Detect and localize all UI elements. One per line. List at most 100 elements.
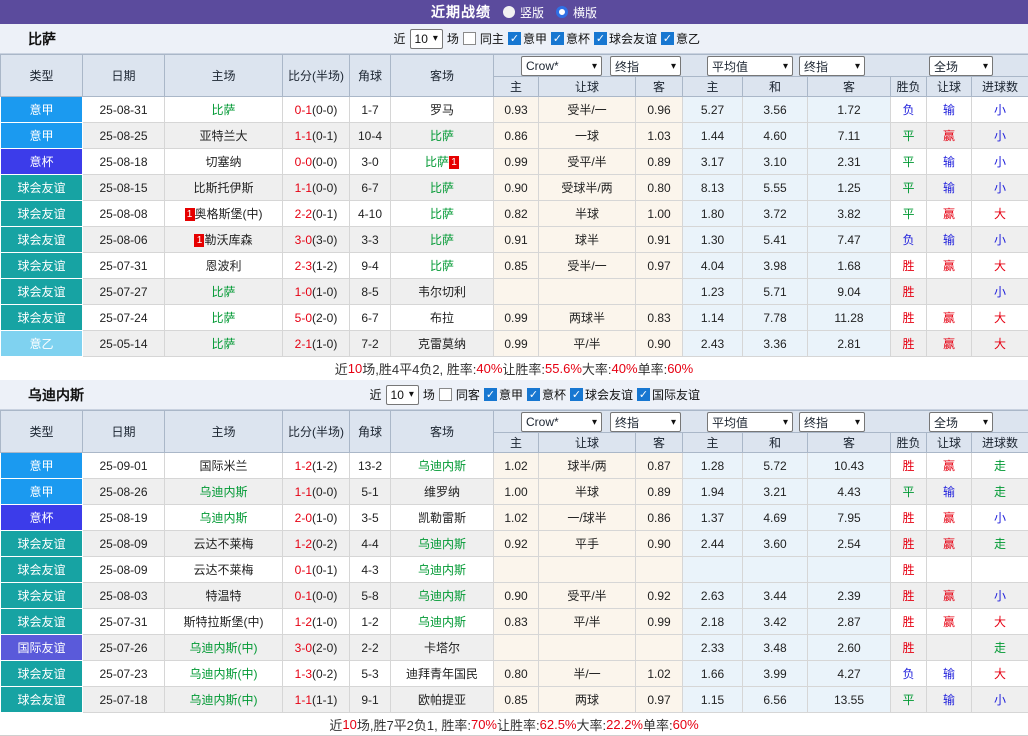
away-team-name[interactable]: 罗马 <box>430 103 454 117</box>
radio-icon[interactable] <box>503 6 515 18</box>
away-team-name[interactable]: 欧帕提亚 <box>418 693 466 707</box>
chevron-down-icon: ▾ <box>433 33 438 44</box>
league-checkbox[interactable]: ✓ <box>637 388 650 401</box>
away-team-name[interactable]: 韦尔切利 <box>418 285 466 299</box>
league-checkbox[interactable]: ✓ <box>594 32 607 45</box>
home-team-cell: 云达不莱梅 <box>165 557 283 583</box>
home-team-name[interactable]: 乌迪内斯 <box>199 485 247 499</box>
avg-odds-away: 7.47 <box>808 227 891 253</box>
result-wdl: 胜 <box>891 331 927 357</box>
league-label: 意乙 <box>676 30 700 47</box>
final-odds-select[interactable]: 终指▾ <box>610 412 681 432</box>
avg-odds-away: 4.43 <box>808 479 891 505</box>
final-odds-select-2[interactable]: 终指▾ <box>799 412 865 432</box>
home-team-name[interactable]: 比斯托伊斯 <box>193 181 253 195</box>
away-team-name[interactable]: 乌迪内斯 <box>418 459 466 473</box>
home-team-name[interactable]: 勒沃库森 <box>204 233 252 247</box>
score-cell: 0-1(0-0) <box>283 583 350 609</box>
home-team-name[interactable]: 乌迪内斯(中) <box>190 693 258 707</box>
match-count-select[interactable]: 10▾ <box>410 29 443 49</box>
away-team-name[interactable]: 乌迪内斯 <box>418 537 466 551</box>
score-cell: 1-2(0-2) <box>283 531 350 557</box>
halftime-score: (1-2) <box>312 459 337 473</box>
away-team-name[interactable]: 维罗纳 <box>424 485 460 499</box>
avg-odds-home: 2.44 <box>683 531 743 557</box>
away-team-name[interactable]: 比萨 <box>430 207 454 221</box>
home-team-name[interactable]: 乌迪内斯 <box>199 511 247 525</box>
avg-odds-draw: 7.78 <box>743 305 808 331</box>
home-team-name[interactable]: 奥格斯堡(中) <box>195 207 263 221</box>
avg-odds-away: 4.27 <box>808 661 891 687</box>
fulltime-select[interactable]: 全场▾ <box>929 412 993 432</box>
away-team-name[interactable]: 比萨 <box>430 129 454 143</box>
away-team-name[interactable]: 乌迪内斯 <box>418 589 466 603</box>
radio-label: 竖版 <box>520 4 544 21</box>
league-checkbox[interactable]: ✓ <box>551 32 564 45</box>
league-checkbox[interactable]: ✓ <box>508 32 521 45</box>
result-wdl: 胜 <box>891 305 927 331</box>
fulltime-score: 5-0 <box>295 311 312 325</box>
home-team-name[interactable]: 云达不莱梅 <box>193 563 253 577</box>
corner-count: 3-5 <box>350 505 391 531</box>
final-odds-select[interactable]: 终指▾ <box>610 56 681 76</box>
away-team-cell: 卡塔尔 <box>391 635 494 661</box>
home-team-name[interactable]: 云达不莱梅 <box>193 537 253 551</box>
home-team-name[interactable]: 亚特兰大 <box>199 129 247 143</box>
home-team-name[interactable]: 比萨 <box>211 337 235 351</box>
match-date: 25-07-18 <box>83 687 165 713</box>
score-cell: 5-0(2-0) <box>283 305 350 331</box>
away-team-name[interactable]: 比萨 <box>425 155 449 169</box>
home-team-name[interactable]: 恩波利 <box>205 259 241 273</box>
home-team-name[interactable]: 斯特拉斯堡(中) <box>184 615 264 629</box>
result-handicap: 输 <box>927 687 972 713</box>
sub-column-header: 客 <box>808 433 891 453</box>
match-row: 球会友谊25-07-24比萨5-0(2-0)6-7布拉0.99两球半0.831.… <box>1 305 1028 331</box>
fulltime-select[interactable]: 全场▾ <box>929 56 993 76</box>
home-team-name[interactable]: 切塞纳 <box>205 155 241 169</box>
final-odds-select-2[interactable]: 终指▾ <box>799 56 865 76</box>
match-count-select[interactable]: 10▾ <box>386 385 419 405</box>
away-team-name[interactable]: 比萨 <box>430 181 454 195</box>
average-select[interactable]: 平均值▾ <box>707 56 793 76</box>
home-team-name[interactable]: 比萨 <box>211 285 235 299</box>
home-team-name[interactable]: 比萨 <box>211 103 235 117</box>
avg-odds-draw: 3.99 <box>743 661 808 687</box>
away-team-name[interactable]: 乌迪内斯 <box>418 615 466 629</box>
odds-home: 0.82 <box>494 201 539 227</box>
odds-source-select[interactable]: Crow*▾ <box>521 56 602 76</box>
near-label: 近 <box>370 386 382 403</box>
avg-odds-home: 1.14 <box>683 305 743 331</box>
away-team-name[interactable]: 比萨 <box>430 259 454 273</box>
home-team-name[interactable]: 比萨 <box>211 311 235 325</box>
league-checkbox[interactable]: ✓ <box>484 388 497 401</box>
away-team-cell: 比萨 <box>391 253 494 279</box>
layout-radio-horizontal[interactable]: 横版 <box>556 4 597 21</box>
home-team-name[interactable]: 乌迪内斯(中) <box>190 641 258 655</box>
result-handicap: 赢 <box>927 583 972 609</box>
avg-odds-home: 1.80 <box>683 201 743 227</box>
odds-home: 0.90 <box>494 175 539 201</box>
league-checkbox[interactable]: ✓ <box>661 32 674 45</box>
home-team-name[interactable]: 特温特 <box>205 589 241 603</box>
league-type-badge: 球会友谊 <box>1 557 83 583</box>
radio-icon-selected[interactable] <box>556 6 568 18</box>
league-checkbox[interactable]: ✓ <box>570 388 583 401</box>
away-team-name[interactable]: 布拉 <box>430 311 454 325</box>
layout-radio-vertical[interactable]: 竖版 <box>503 4 544 21</box>
odds-source-select[interactable]: Crow*▾ <box>521 412 602 432</box>
near-label: 近 <box>394 30 406 47</box>
avg-odds-draw: 4.60 <box>743 123 808 149</box>
away-team-name[interactable]: 凯勒雷斯 <box>418 511 466 525</box>
home-team-name[interactable]: 国际米兰 <box>199 459 247 473</box>
home-team-cell: 亚特兰大 <box>165 123 283 149</box>
away-team-name[interactable]: 迪拜青年国民 <box>406 667 478 681</box>
away-team-name[interactable]: 卡塔尔 <box>424 641 460 655</box>
league-checkbox[interactable]: ✓ <box>527 388 540 401</box>
same-venue-checkbox[interactable] <box>439 388 452 401</box>
average-select[interactable]: 平均值▾ <box>707 412 793 432</box>
home-team-name[interactable]: 乌迪内斯(中) <box>190 667 258 681</box>
away-team-name[interactable]: 克雷莫纳 <box>418 337 466 351</box>
away-team-name[interactable]: 乌迪内斯 <box>418 563 466 577</box>
away-team-name[interactable]: 比萨 <box>430 233 454 247</box>
same-venue-checkbox[interactable] <box>463 32 476 45</box>
